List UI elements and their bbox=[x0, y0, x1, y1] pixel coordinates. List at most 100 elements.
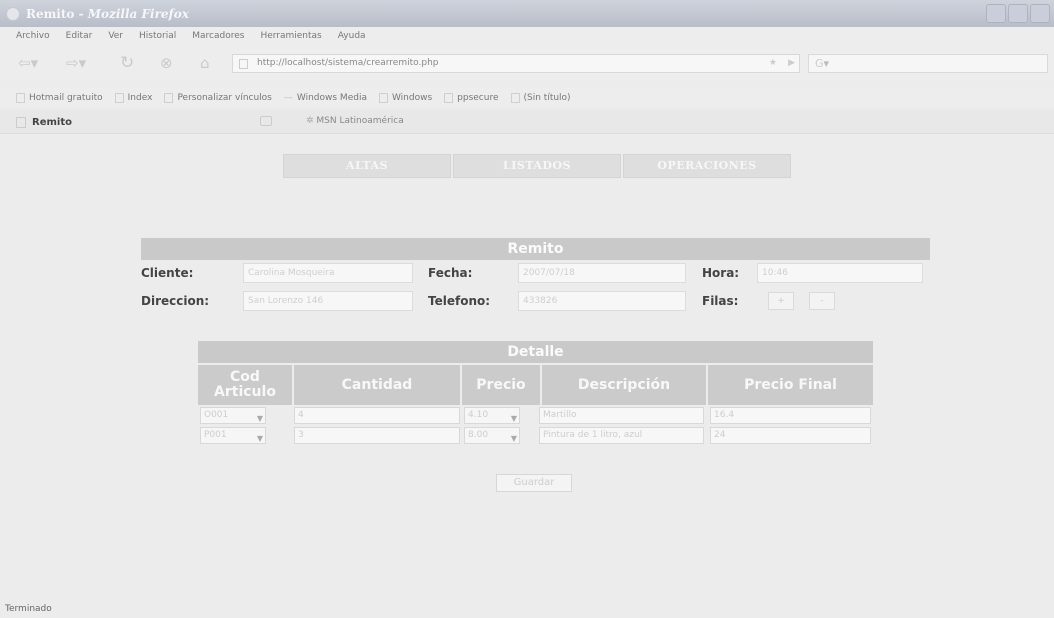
media-icon: — bbox=[283, 93, 293, 103]
menu-herramientas[interactable]: Herramientas bbox=[260, 31, 321, 41]
home-icon[interactable]: ⌂ bbox=[200, 55, 210, 71]
page-content: ALTAS LISTADOS OPERACIONES Remito Client… bbox=[0, 135, 1054, 595]
chevron-down-icon: ▼ bbox=[510, 434, 517, 443]
search-engine-icon[interactable]: G bbox=[815, 57, 824, 70]
cliente-label: Cliente: bbox=[141, 266, 194, 280]
column-precio: Precio bbox=[462, 365, 540, 405]
go-arrow-icon[interactable]: ▶ bbox=[788, 55, 795, 72]
menu-ayuda[interactable]: Ayuda bbox=[338, 31, 366, 41]
window-title-separator: - bbox=[74, 6, 88, 21]
menu-editar[interactable]: Editar bbox=[66, 31, 93, 41]
msn-butterfly-icon: ✲ bbox=[306, 116, 314, 126]
menu-operaciones[interactable]: OPERACIONES bbox=[623, 154, 791, 178]
page-icon bbox=[16, 116, 26, 128]
remove-row-button[interactable]: - bbox=[809, 292, 835, 310]
bookmark-windows-media[interactable]: — Windows Media bbox=[284, 93, 367, 103]
tab-bar: Remito ✲ MSN Latinoamérica bbox=[0, 110, 1054, 134]
tab-label: Remito bbox=[32, 116, 72, 128]
bookmark-icon bbox=[444, 93, 454, 103]
precio-final-input[interactable]: 16.4 bbox=[710, 407, 871, 424]
bookmark-icon bbox=[114, 93, 124, 103]
cod-articulo-select[interactable]: O001 ▼ bbox=[200, 407, 266, 424]
bookmark-personalizar[interactable]: Personalizar vínculos bbox=[164, 93, 272, 103]
bookmark-label: (Sin título) bbox=[523, 93, 571, 103]
table-row: O001 ▼ 4 4.10 ▼ Martillo 16.4 bbox=[198, 405, 873, 425]
detalle-title: Detalle bbox=[198, 341, 873, 363]
column-descripcion: Descripción bbox=[542, 365, 706, 405]
precio-value: 4.10 bbox=[468, 410, 489, 420]
bookmark-label: Hotmail gratuito bbox=[29, 93, 103, 103]
stop-icon[interactable]: ⊗ bbox=[160, 55, 173, 71]
bookmark-label: Index bbox=[127, 93, 153, 103]
cantidad-input[interactable]: 3 bbox=[294, 427, 460, 444]
tab-msn[interactable]: ✲ MSN Latinoamérica bbox=[306, 116, 404, 126]
cantidad-input[interactable]: 4 bbox=[294, 407, 460, 424]
bookmarks-bar: Hotmail gratuito Index Personalizar vínc… bbox=[0, 88, 1054, 108]
close-button[interactable] bbox=[1030, 4, 1050, 23]
chevron-down-icon: ▼ bbox=[510, 414, 517, 423]
window-titlebar: Remito - Mozilla Firefox bbox=[0, 0, 1054, 27]
tab-remito[interactable]: Remito bbox=[16, 112, 286, 132]
column-cod-articulo: Cod Articulo bbox=[198, 365, 292, 405]
detalle-table: Detalle Cod Articulo Cantidad Precio Des… bbox=[198, 341, 873, 445]
remito-row-1: Cliente: Carolina Mosqueira Fecha: 2007/… bbox=[141, 260, 930, 288]
tab-close-icon[interactable] bbox=[260, 116, 272, 126]
descripcion-input[interactable]: Martillo bbox=[539, 407, 704, 424]
bookmark-label: Personalizar vínculos bbox=[177, 93, 272, 103]
bookmark-star-icon[interactable]: ★ bbox=[769, 55, 777, 72]
precio-select[interactable]: 4.10 ▼ bbox=[464, 407, 520, 424]
page-icon bbox=[239, 59, 248, 69]
precio-final-input[interactable]: 24 bbox=[710, 427, 871, 444]
tab-label: MSN Latinoamérica bbox=[316, 116, 404, 126]
menu-ver[interactable]: Ver bbox=[108, 31, 123, 41]
remito-form: Remito Cliente: Carolina Mosqueira Fecha… bbox=[141, 238, 930, 316]
column-cantidad: Cantidad bbox=[294, 365, 460, 405]
menu-historial[interactable]: Historial bbox=[139, 31, 176, 41]
telefono-label: Telefono: bbox=[428, 294, 491, 308]
status-bar: Terminado bbox=[0, 600, 1054, 618]
menu-listados[interactable]: LISTADOS bbox=[453, 154, 621, 178]
bookmark-ppsecure[interactable]: ppsecure bbox=[444, 93, 499, 103]
bookmark-index[interactable]: Index bbox=[114, 93, 153, 103]
cod-value: O001 bbox=[204, 410, 229, 420]
bookmark-hotmail[interactable]: Hotmail gratuito bbox=[16, 93, 103, 103]
back-arrow-icon[interactable]: ⇦▾ bbox=[18, 55, 38, 71]
bookmark-label: ppsecure bbox=[457, 93, 499, 103]
cliente-field[interactable]: Carolina Mosqueira bbox=[243, 263, 413, 283]
firefox-icon bbox=[6, 6, 20, 21]
navigation-toolbar: ⇦▾ ⇨▾ ↻ ⊗ ⌂ http://localhost/sistema/cre… bbox=[0, 45, 1054, 81]
reload-icon[interactable]: ↻ bbox=[120, 55, 134, 72]
address-url: http://localhost/sistema/crearremito.php bbox=[257, 58, 439, 68]
table-row: P001 ▼ 3 8.00 ▼ Pintura de 1 litro, azul 2… bbox=[198, 425, 873, 445]
bookmark-icon bbox=[510, 93, 520, 103]
search-box[interactable]: G▾ bbox=[808, 54, 1048, 73]
chevron-down-icon: ▼ bbox=[256, 434, 263, 443]
bookmark-sin-titulo[interactable]: (Sin título) bbox=[510, 93, 571, 103]
remito-title: Remito bbox=[141, 238, 930, 260]
telefono-field[interactable]: 433826 bbox=[518, 291, 686, 311]
fecha-field[interactable]: 2007/07/18 bbox=[518, 263, 686, 283]
descripcion-input[interactable]: Pintura de 1 litro, azul bbox=[539, 427, 704, 444]
menu-altas[interactable]: ALTAS bbox=[283, 154, 451, 178]
bookmark-windows[interactable]: Windows bbox=[378, 93, 433, 103]
bookmark-icon bbox=[378, 93, 388, 103]
forward-arrow-icon[interactable]: ⇨▾ bbox=[66, 55, 86, 71]
bookmark-icon bbox=[164, 93, 174, 103]
cod-articulo-select[interactable]: P001 ▼ bbox=[200, 427, 266, 444]
menu-marcadores[interactable]: Marcadores bbox=[192, 31, 244, 41]
menu-archivo[interactable]: Archivo bbox=[16, 31, 50, 41]
precio-select[interactable]: 8.00 ▼ bbox=[464, 427, 520, 444]
detalle-header-row: Cod Articulo Cantidad Precio Descripción… bbox=[198, 363, 873, 405]
bookmark-label: Windows bbox=[391, 93, 433, 103]
hora-field[interactable]: 10:46 bbox=[757, 263, 923, 283]
maximize-button[interactable] bbox=[1008, 4, 1028, 23]
filas-label: Filas: bbox=[702, 294, 739, 308]
column-precio-final: Precio Final bbox=[708, 365, 873, 405]
direccion-field[interactable]: San Lorenzo 146 bbox=[243, 291, 413, 311]
address-bar[interactable]: http://localhost/sistema/crearremito.php… bbox=[232, 54, 800, 73]
minimize-button[interactable] bbox=[986, 4, 1006, 23]
site-menu: ALTAS LISTADOS OPERACIONES bbox=[283, 154, 791, 178]
add-row-button[interactable]: + bbox=[768, 292, 794, 310]
guardar-button[interactable]: Guardar bbox=[496, 474, 572, 492]
bookmark-label: Windows Media bbox=[296, 93, 367, 103]
